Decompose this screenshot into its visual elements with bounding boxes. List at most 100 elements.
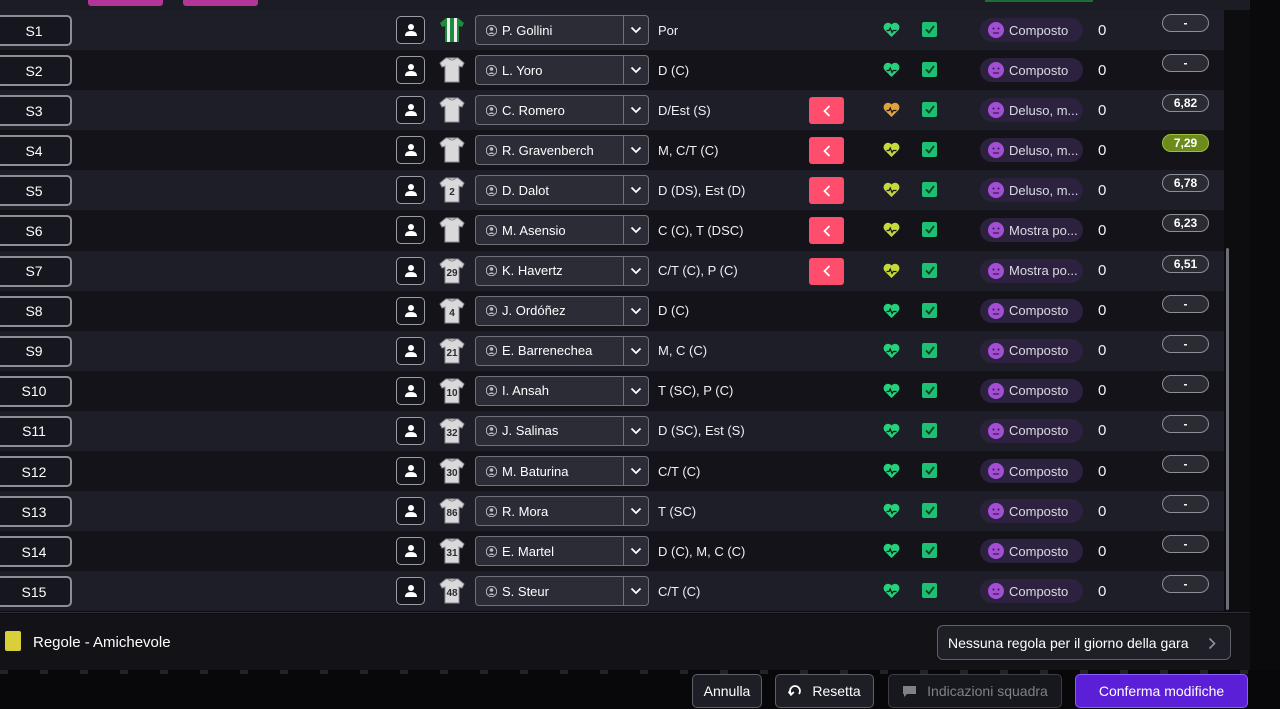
- reset-button[interactable]: Resetta: [775, 674, 874, 708]
- dropdown-button[interactable]: [624, 457, 648, 485]
- player-profile-button[interactable]: [396, 416, 425, 445]
- dropdown-button[interactable]: [624, 216, 648, 244]
- morale-badge[interactable]: Composto: [980, 499, 1083, 524]
- swap-back-button[interactable]: [809, 217, 844, 245]
- selected-checkbox[interactable]: [922, 302, 937, 318]
- dropdown-button[interactable]: [624, 577, 648, 605]
- morale-badge[interactable]: Composto: [980, 579, 1083, 604]
- table-row[interactable]: S8 4 J. Ordóñez D (C) Composto 0 -: [0, 290, 1224, 331]
- player-profile-button[interactable]: [396, 136, 425, 165]
- selected-checkbox[interactable]: [922, 62, 937, 78]
- selected-checkbox[interactable]: [922, 583, 937, 599]
- dropdown-button[interactable]: [624, 497, 648, 525]
- dropdown-button[interactable]: [624, 377, 648, 405]
- player-select[interactable]: P. Gollini: [475, 15, 649, 45]
- dropdown-button[interactable]: [624, 96, 648, 124]
- dropdown-button[interactable]: [624, 417, 648, 445]
- dropdown-button[interactable]: [624, 16, 648, 44]
- swap-back-button[interactable]: [809, 177, 844, 205]
- morale-badge[interactable]: Mostra po...: [980, 218, 1083, 243]
- player-select[interactable]: E. Martel: [475, 536, 649, 567]
- dropdown-button[interactable]: [624, 136, 648, 164]
- morale-badge[interactable]: Composto: [980, 338, 1083, 363]
- morale-badge[interactable]: Composto: [980, 539, 1083, 564]
- selected-checkbox[interactable]: [922, 342, 937, 358]
- player-select[interactable]: K. Havertz: [475, 255, 649, 286]
- table-row[interactable]: S3 C. Romero D/Est (S) Deluso, m... 0 6,82: [0, 90, 1224, 131]
- table-row[interactable]: S2 L. Yoro D (C) Composto 0 -: [0, 50, 1224, 91]
- player-profile-button[interactable]: [396, 376, 425, 405]
- selected-checkbox[interactable]: [922, 142, 937, 158]
- player-select[interactable]: M. Baturina: [475, 456, 649, 487]
- selected-checkbox[interactable]: [922, 543, 937, 559]
- morale-badge[interactable]: Deluso, m...: [980, 178, 1083, 203]
- selected-checkbox[interactable]: [922, 503, 937, 519]
- player-profile-button[interactable]: [396, 216, 425, 245]
- player-profile-button[interactable]: [396, 497, 425, 526]
- table-row[interactable]: S12 30 M. Baturina C/T (C) Composto 0 -: [0, 451, 1224, 492]
- player-select[interactable]: J. Salinas: [475, 415, 649, 446]
- morale-badge[interactable]: Composto: [980, 18, 1083, 42]
- player-profile-button[interactable]: [396, 577, 425, 606]
- table-row[interactable]: S15 48 S. Steur C/T (C) Composto 0 -: [0, 571, 1224, 612]
- table-row[interactable]: S9 21 E. Barrenechea M, C (C) Composto 0 -: [0, 330, 1224, 371]
- morale-badge[interactable]: Deluso, m...: [980, 138, 1083, 163]
- player-profile-button[interactable]: [396, 16, 425, 44]
- player-profile-button[interactable]: [396, 457, 425, 486]
- player-profile-button[interactable]: [396, 537, 425, 566]
- player-profile-button[interactable]: [396, 176, 425, 205]
- dropdown-button[interactable]: [624, 257, 648, 285]
- player-select[interactable]: I. Ansah: [475, 375, 649, 406]
- dropdown-button[interactable]: [624, 56, 648, 84]
- selected-checkbox[interactable]: [922, 22, 937, 37]
- morale-badge[interactable]: Composto: [980, 298, 1083, 323]
- selected-checkbox[interactable]: [922, 222, 937, 238]
- morale-badge[interactable]: Composto: [980, 378, 1083, 403]
- match-day-rules-button[interactable]: Nessuna regola per il giorno della gara: [937, 625, 1231, 660]
- player-profile-button[interactable]: [396, 296, 425, 325]
- player-select[interactable]: S. Steur: [475, 576, 649, 607]
- morale-badge[interactable]: Mostra po...: [980, 258, 1083, 283]
- selected-checkbox[interactable]: [922, 422, 937, 438]
- player-profile-button[interactable]: [396, 56, 425, 85]
- selected-checkbox[interactable]: [922, 382, 937, 398]
- table-row[interactable]: S5 2 D. Dalot D (DS), Est (D) Deluso, m... 0 6…: [0, 170, 1224, 211]
- selected-checkbox[interactable]: [922, 102, 937, 118]
- swap-back-button[interactable]: [809, 257, 844, 285]
- dropdown-button[interactable]: [624, 337, 648, 365]
- player-select[interactable]: M. Asensio: [475, 215, 649, 246]
- player-select[interactable]: L. Yoro: [475, 55, 649, 86]
- table-row[interactable]: S6 M. Asensio C (C), T (DSC) Mostra po... 0 6…: [0, 210, 1224, 251]
- team-talk-button[interactable]: Indicazioni squadra: [888, 674, 1062, 708]
- swap-back-button[interactable]: [809, 97, 844, 125]
- selected-checkbox[interactable]: [922, 182, 937, 198]
- table-row[interactable]: S1 P. Gollini Por Composto 0 -: [0, 10, 1224, 51]
- morale-badge[interactable]: Composto: [980, 58, 1083, 83]
- dropdown-button[interactable]: [624, 176, 648, 204]
- dropdown-button[interactable]: [624, 297, 648, 325]
- dropdown-button[interactable]: [624, 537, 648, 565]
- table-row[interactable]: S10 10 I. Ansah T (SC), P (C) Composto 0 -: [0, 370, 1224, 411]
- scrollbar[interactable]: [1226, 248, 1229, 610]
- player-profile-button[interactable]: [396, 96, 425, 125]
- table-row[interactable]: S11 32 J. Salinas D (SC), Est (S) Composto 0 -: [0, 410, 1224, 452]
- morale-badge[interactable]: Composto: [980, 459, 1083, 484]
- morale-badge[interactable]: Composto: [980, 418, 1083, 443]
- cancel-button[interactable]: Annulla: [692, 674, 762, 708]
- player-select[interactable]: C. Romero: [475, 95, 649, 126]
- player-select[interactable]: J. Ordóñez: [475, 295, 649, 326]
- player-select[interactable]: E. Barrenechea: [475, 335, 649, 366]
- confirm-changes-button[interactable]: Conferma modifiche: [1075, 674, 1248, 708]
- player-profile-button[interactable]: [396, 336, 425, 365]
- table-row[interactable]: S14 31 E. Martel D (C), M, C (C) Composto 0 -: [0, 531, 1224, 572]
- table-row[interactable]: S7 29 K. Havertz C/T (C), P (C) Mostra po...…: [0, 250, 1224, 291]
- selected-checkbox[interactable]: [922, 463, 937, 479]
- swap-back-button[interactable]: [809, 137, 844, 165]
- morale-badge[interactable]: Deluso, m...: [980, 98, 1083, 123]
- selected-checkbox[interactable]: [922, 262, 937, 278]
- player-select[interactable]: D. Dalot: [475, 175, 649, 206]
- player-select[interactable]: R. Gravenberch: [475, 135, 649, 166]
- player-select[interactable]: R. Mora: [475, 496, 649, 527]
- player-profile-button[interactable]: [396, 256, 425, 285]
- table-row[interactable]: S4 R. Gravenberch M, C/T (C) Deluso, m... 0 7…: [0, 130, 1224, 171]
